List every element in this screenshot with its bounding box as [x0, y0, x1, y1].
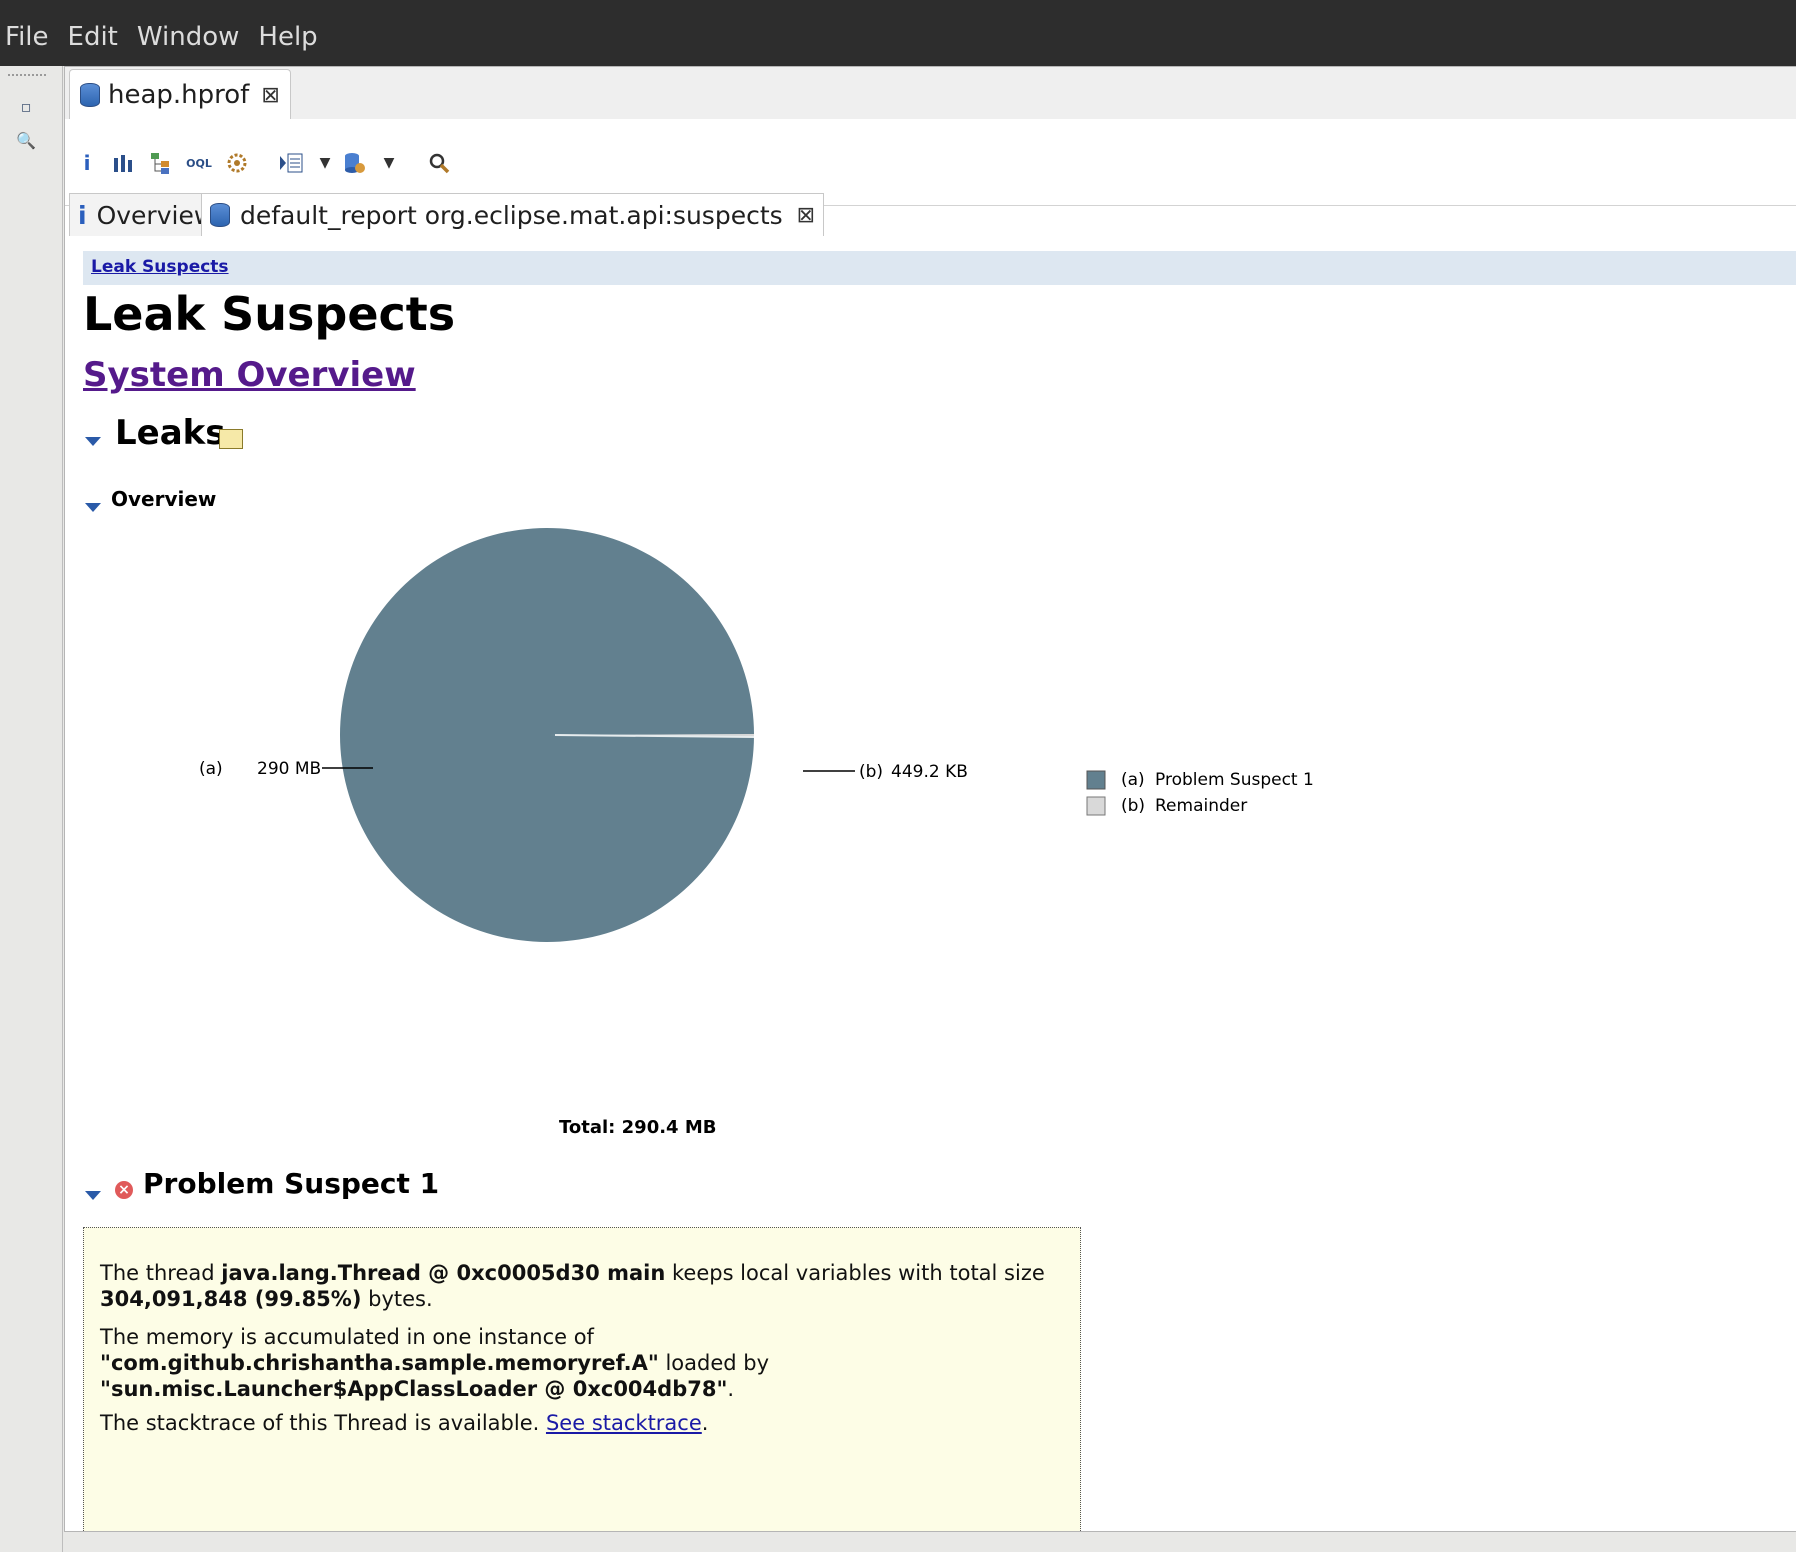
search-icon[interactable]	[425, 149, 453, 177]
tab-overview[interactable]: i Overview	[69, 193, 214, 236]
menu-window[interactable]: Window	[132, 22, 252, 52]
legend-label-b: Remainder	[1155, 796, 1247, 816]
slice-b-value-label: 449.2 KB	[891, 762, 968, 782]
reports-dropdown-icon[interactable]: ▼	[375, 149, 403, 177]
query-dropdown-icon[interactable]: ▼	[311, 149, 339, 177]
legend-id-a: (a)	[1121, 770, 1145, 790]
reports-icon[interactable]	[341, 149, 369, 177]
error-icon: ×	[115, 1181, 133, 1199]
editor-tab-heap[interactable]: heap.hprof ⊠	[69, 69, 291, 120]
thread-overview-icon[interactable]	[223, 149, 251, 177]
editor-area: heap.hprof ⊠ i OQL ▼ ▼ i Overview defaul…	[64, 66, 1796, 1532]
menu-help[interactable]: Help	[253, 22, 329, 52]
heap-dump-icon	[80, 83, 100, 107]
info-icon[interactable]: i	[73, 149, 101, 177]
legend-label-a: Problem Suspect 1	[1155, 770, 1314, 790]
tab-overview-label: Overview	[96, 200, 215, 230]
left-trim-stack: ▫ 🔍	[0, 66, 63, 1552]
dominator-tree-icon[interactable]	[147, 149, 175, 177]
restore-icon[interactable]: ▫	[14, 94, 38, 118]
editor-tab-row: heap.hprof ⊠	[65, 67, 1796, 120]
collapse-suspect-icon[interactable]	[85, 1191, 101, 1200]
oql-icon[interactable]: OQL	[185, 149, 213, 177]
slice-b-label: (b)	[859, 762, 883, 782]
report-icon	[210, 203, 230, 227]
trim-grip[interactable]	[8, 74, 46, 76]
histogram-icon[interactable]	[109, 149, 137, 177]
problem-suspect-heading: Problem Suspect 1	[143, 1167, 440, 1200]
see-stacktrace-link[interactable]: See stacktrace	[546, 1411, 702, 1435]
leak-pie-chart: (a) 290 MB (b) 449.2 KB (a) Problem Susp…	[199, 528, 1314, 942]
menu-file[interactable]: File	[0, 22, 61, 52]
report-content: Leak Suspects Leak Suspects System Overv…	[69, 237, 1796, 1531]
close-tab-icon[interactable]: ⊠	[797, 203, 815, 228]
info-icon: i	[78, 200, 87, 230]
tab-default-report[interactable]: default_report org.eclipse.mat.api:suspe…	[201, 193, 825, 236]
tab-report-label: default_report org.eclipse.mat.api:suspe…	[240, 200, 783, 230]
slice-a-label: (a)	[199, 759, 223, 779]
query-browser-icon[interactable]	[277, 149, 305, 177]
close-tab-icon[interactable]: ⊠	[261, 83, 279, 108]
legend-swatch-b	[1086, 796, 1106, 816]
suspect-paragraph-1: The thread java.lang.Thread @ 0xc0005d30…	[100, 1261, 1045, 1311]
chart-legend: (a) Problem Suspect 1 (b) Remainder	[1086, 770, 1314, 816]
legend-swatch-a	[1086, 770, 1106, 790]
menu-edit[interactable]: Edit	[63, 22, 130, 52]
suspect-paragraph-2: The memory is accumulated in one instanc…	[100, 1325, 770, 1401]
suspect-description-box: The thread java.lang.Thread @ 0xc0005d30…	[83, 1227, 1081, 1531]
editor-tab-label: heap.hprof	[108, 80, 250, 110]
suspect-paragraph-3: The stacktrace of this Thread is availab…	[100, 1411, 709, 1435]
inspector-icon[interactable]: 🔍	[14, 128, 38, 152]
chart-total: Total: 290.4 MB	[559, 1117, 717, 1138]
menu-bar: File Edit Window Help	[0, 0, 1796, 66]
report-tabs: i Overview default_report org.eclipse.ma…	[69, 193, 1796, 237]
slice-a-value-label: 290 MB	[257, 759, 321, 779]
legend-id-b: (b)	[1121, 796, 1145, 816]
